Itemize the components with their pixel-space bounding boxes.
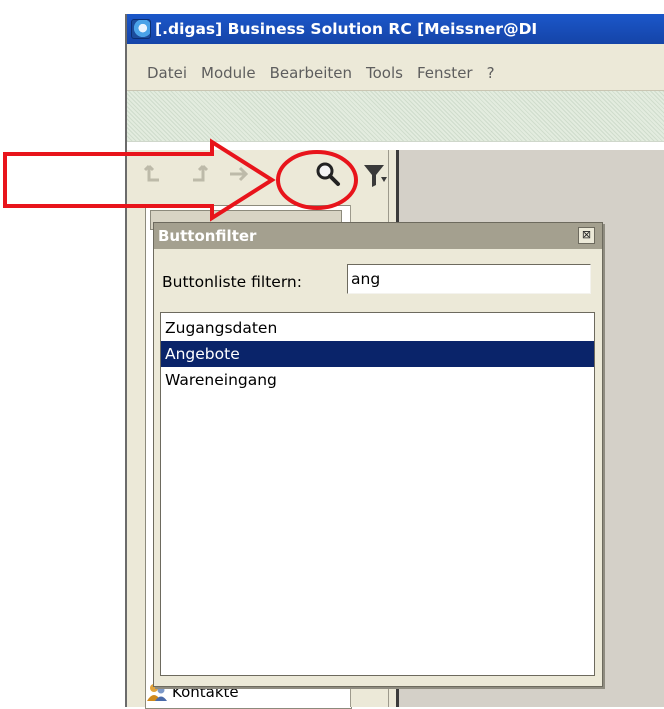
menu-bearbeiten[interactable]: Bearbeiten	[270, 64, 352, 82]
panel-toolbar	[127, 150, 394, 200]
filter-input[interactable]	[347, 264, 591, 294]
list-item-selected[interactable]: Angebote	[161, 341, 594, 367]
menu-help[interactable]: ?	[487, 64, 495, 82]
filter-label: Buttonliste filtern:	[162, 273, 302, 291]
buttonfilter-dialog: Buttonfilter ⊠ Buttonliste filtern: Zuga…	[153, 222, 603, 687]
dialog-title: Buttonfilter	[158, 227, 257, 245]
close-icon[interactable]: ⊠	[578, 227, 595, 244]
filtered-button-list[interactable]: Zugangsdaten Angebote Wareneingang	[160, 312, 595, 676]
next-arrow-icon[interactable]	[227, 162, 251, 186]
menu-module[interactable]: Module	[201, 64, 256, 82]
filter-icon[interactable]	[363, 161, 389, 191]
menu-fenster[interactable]: Fenster	[417, 64, 473, 82]
app-logo-icon	[131, 19, 151, 39]
menu-bar: Datei Module Bearbeiten Tools Fenster ?	[127, 44, 664, 91]
list-item[interactable]: Zugangsdaten	[161, 315, 594, 341]
menu-datei[interactable]: Datei	[147, 64, 187, 82]
list-item[interactable]: Wareneingang	[161, 367, 594, 393]
toolbar-band	[127, 91, 664, 142]
back-arrow-icon[interactable]	[143, 162, 167, 186]
forward-arrow-icon[interactable]	[185, 162, 209, 186]
title-bar[interactable]: [.digas] Business Solution RC [Meissner@…	[127, 14, 664, 44]
window-title: [.digas] Business Solution RC [Meissner@…	[155, 20, 538, 38]
search-icon[interactable]	[313, 159, 343, 189]
dialog-title-bar[interactable]: Buttonfilter ⊠	[154, 223, 602, 249]
menu-tools[interactable]: Tools	[366, 64, 403, 82]
